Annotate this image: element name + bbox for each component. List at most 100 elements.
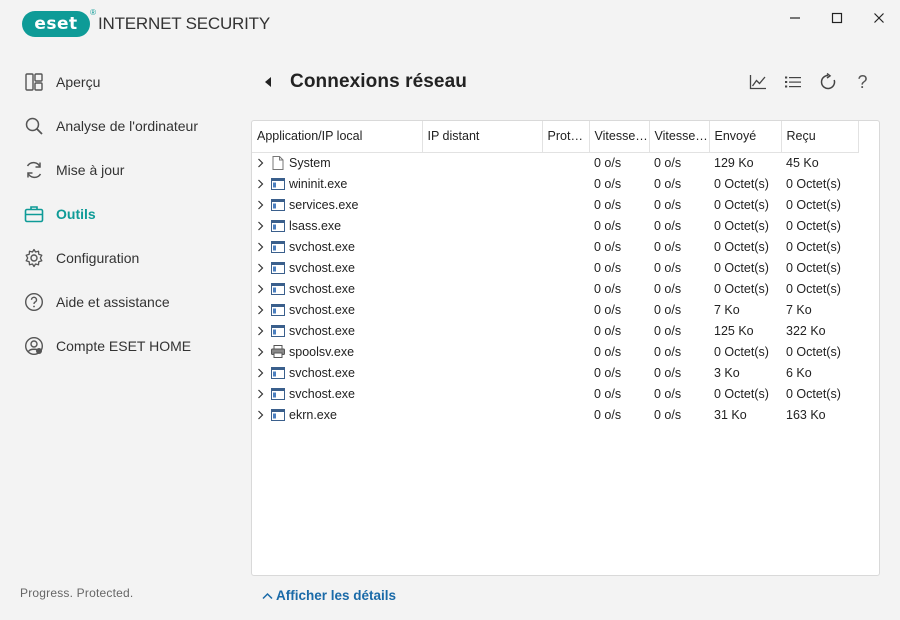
- connections-table: Application/IP local IP distant Protocol…: [252, 121, 859, 425]
- sidebar-item-label: Outils: [56, 206, 96, 222]
- expand-chevron-icon[interactable]: [257, 347, 267, 357]
- minimize-button[interactable]: [774, 0, 816, 36]
- sidebar-item-compte[interactable]: Compte ESET HOME: [0, 324, 240, 368]
- chart-button[interactable]: [740, 70, 775, 94]
- sent-cell: 0 Octet(s): [714, 260, 769, 275]
- download-speed-cell: 0 o/s: [654, 344, 682, 359]
- window-icon: [271, 408, 285, 422]
- protocol-cell: [542, 278, 589, 299]
- protocol-cell: [542, 236, 589, 257]
- table-row[interactable]: System 0 o/s 0 o/s 129 Ko 45 Ko: [252, 152, 858, 173]
- column-header-sent[interactable]: Envoyé: [709, 121, 782, 153]
- sidebar-item-apercu[interactable]: Aperçu: [0, 60, 240, 104]
- remote-ip-cell: [422, 341, 542, 362]
- list-button[interactable]: [775, 70, 810, 94]
- app-cell: svchost.exe: [257, 282, 422, 296]
- upload-speed-cell: 0 o/s: [594, 155, 622, 170]
- sent-cell: 0 Octet(s): [714, 386, 769, 401]
- product-name: INTERNET SECURITY: [98, 14, 270, 33]
- column-header-application[interactable]: Application/IP local: [252, 121, 423, 153]
- tagline: Progress. Protected.: [20, 586, 134, 600]
- remote-ip-cell: [422, 404, 542, 425]
- show-details-link[interactable]: Afficher les détails: [262, 588, 396, 603]
- expand-chevron-icon[interactable]: [257, 179, 267, 189]
- received-cell: 0 Octet(s): [786, 197, 841, 212]
- table-row[interactable]: svchost.exe 0 o/s 0 o/s 7 Ko 7 Ko: [252, 299, 858, 320]
- account-icon: [24, 336, 44, 356]
- window-icon: [271, 324, 285, 338]
- remote-ip-cell: [422, 194, 542, 215]
- remote-ip-cell: [422, 215, 542, 236]
- search-icon: [24, 116, 44, 136]
- sidebar-item-label: Aperçu: [56, 74, 101, 90]
- upload-speed-cell: 0 o/s: [594, 197, 622, 212]
- expand-chevron-icon[interactable]: [257, 368, 267, 378]
- column-header-received[interactable]: Reçu: [781, 121, 859, 153]
- sent-cell: 7 Ko: [714, 302, 740, 317]
- remote-ip-cell: [422, 236, 542, 257]
- logo-text: eset: [34, 14, 78, 34]
- table-row[interactable]: ekrn.exe 0 o/s 0 o/s 31 Ko 163 Ko: [252, 404, 858, 425]
- received-cell: 0 Octet(s): [786, 176, 841, 191]
- maximize-button[interactable]: [816, 0, 858, 36]
- column-header-remote-ip[interactable]: IP distant: [422, 121, 543, 153]
- expand-chevron-icon[interactable]: [257, 158, 267, 168]
- expand-chevron-icon[interactable]: [257, 263, 267, 273]
- window-controls: [774, 0, 900, 36]
- download-speed-cell: 0 o/s: [654, 155, 682, 170]
- window-icon: [271, 198, 285, 212]
- expand-chevron-icon[interactable]: [257, 221, 267, 231]
- upload-speed-cell: 0 o/s: [594, 407, 622, 422]
- sidebar-item-aide[interactable]: Aide et assistance: [0, 280, 240, 324]
- back-button[interactable]: [258, 76, 278, 88]
- download-speed-cell: 0 o/s: [654, 281, 682, 296]
- table-row[interactable]: svchost.exe 0 o/s 0 o/s 0 Octet(s) 0 Octet(s…: [252, 236, 858, 257]
- remote-ip-cell: [422, 278, 542, 299]
- sidebar-item-mise-a-jour[interactable]: Mise à jour: [0, 148, 240, 192]
- refresh-icon: [24, 160, 44, 180]
- sidebar-item-label: Compte ESET HOME: [56, 338, 192, 354]
- download-speed-cell: 0 o/s: [654, 407, 682, 422]
- table-row[interactable]: svchost.exe 0 o/s 0 o/s 0 Octet(s) 0 Octet(s…: [252, 278, 858, 299]
- document-icon: [271, 155, 285, 170]
- column-header-upload-speed[interactable]: Vitesse d'envoi: [589, 121, 650, 153]
- expand-chevron-icon[interactable]: [257, 200, 267, 210]
- app-name: svchost.exe: [289, 323, 356, 338]
- table-body: System 0 o/s 0 o/s 129 Ko 45 Ko wininit.exe 0 …: [252, 152, 858, 425]
- table-row[interactable]: lsass.exe 0 o/s 0 o/s 0 Octet(s) 0 Octet(s): [252, 215, 858, 236]
- expand-chevron-icon[interactable]: [257, 410, 267, 420]
- received-cell: 0 Octet(s): [786, 218, 841, 233]
- sidebar-item-label: Mise à jour: [56, 162, 125, 178]
- upload-speed-cell: 0 o/s: [594, 386, 622, 401]
- window-icon: [271, 387, 285, 401]
- sidebar-item-outils[interactable]: Outils: [0, 192, 240, 236]
- window-icon: [271, 282, 285, 296]
- expand-chevron-icon[interactable]: [257, 326, 267, 336]
- help-button[interactable]: ?: [845, 70, 880, 94]
- table-row[interactable]: spoolsv.exe 0 o/s 0 o/s 0 Octet(s) 0 Octet(s…: [252, 341, 858, 362]
- expand-chevron-icon[interactable]: [257, 305, 267, 315]
- table-row[interactable]: wininit.exe 0 o/s 0 o/s 0 Octet(s) 0 Octet(s…: [252, 173, 858, 194]
- expand-chevron-icon[interactable]: [257, 389, 267, 399]
- remote-ip-cell: [422, 152, 542, 173]
- column-header-protocol[interactable]: Protocole: [542, 121, 590, 153]
- sent-cell: 0 Octet(s): [714, 218, 769, 233]
- table-row[interactable]: services.exe 0 o/s 0 o/s 0 Octet(s) 0 Octet(…: [252, 194, 858, 215]
- sidebar-item-analyse[interactable]: Analyse de l'ordinateur: [0, 104, 240, 148]
- minimize-icon: [790, 17, 800, 19]
- sent-cell: 0 Octet(s): [714, 176, 769, 191]
- expand-chevron-icon[interactable]: [257, 284, 267, 294]
- protocol-cell: [542, 194, 589, 215]
- table-row[interactable]: svchost.exe 0 o/s 0 o/s 0 Octet(s) 0 Octet(s…: [252, 383, 858, 404]
- table-row[interactable]: svchost.exe 0 o/s 0 o/s 3 Ko 6 Ko: [252, 362, 858, 383]
- refresh-button[interactable]: [810, 70, 845, 94]
- close-button[interactable]: [858, 0, 900, 36]
- remote-ip-cell: [422, 299, 542, 320]
- help-icon: [24, 292, 44, 312]
- expand-chevron-icon[interactable]: [257, 242, 267, 252]
- table-row[interactable]: svchost.exe 0 o/s 0 o/s 0 Octet(s) 0 Octet(s…: [252, 257, 858, 278]
- app-cell: svchost.exe: [257, 387, 422, 401]
- sidebar-item-configuration[interactable]: Configuration: [0, 236, 240, 280]
- column-header-download-speed[interactable]: Vitesse de réception: [649, 121, 710, 153]
- table-row[interactable]: svchost.exe 0 o/s 0 o/s 125 Ko 322 Ko: [252, 320, 858, 341]
